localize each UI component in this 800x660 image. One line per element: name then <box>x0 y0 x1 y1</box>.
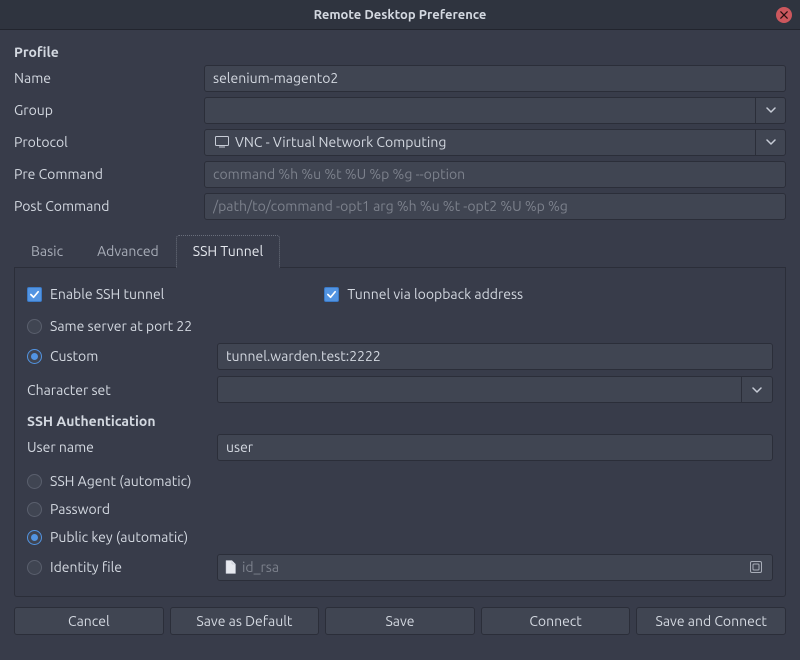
public-key-label: Public key (automatic) <box>50 529 188 545</box>
protocol-value: VNC - Virtual Network Computing <box>235 134 446 150</box>
identity-file-label: Identity file <box>50 559 122 575</box>
monitor-icon <box>215 136 229 148</box>
pre-command-label: Pre Command <box>14 166 204 182</box>
row-group: Group <box>14 96 786 124</box>
identity-file-input[interactable]: id_rsa <box>217 554 773 581</box>
row-password: Password <box>27 497 773 521</box>
check-icon <box>29 289 40 300</box>
username-label: User name <box>27 439 217 455</box>
password-radio[interactable] <box>27 502 42 517</box>
protocol-combobox[interactable]: VNC - Virtual Network Computing <box>204 129 786 156</box>
ssh-auth-heading: SSH Authentication <box>27 413 773 429</box>
row-protocol: Protocol VNC - Virtual Network Computing <box>14 128 786 156</box>
connect-button[interactable]: Connect <box>481 607 631 635</box>
tab-advanced[interactable]: Advanced <box>80 235 176 268</box>
post-command-input[interactable] <box>204 193 786 220</box>
enable-ssh-checkbox[interactable] <box>27 287 42 302</box>
same-server-radio[interactable] <box>27 319 42 334</box>
protocol-label: Protocol <box>14 134 204 150</box>
name-input[interactable] <box>204 65 786 92</box>
same-server-label: Same server at port 22 <box>50 318 192 334</box>
row-name: Name <box>14 64 786 92</box>
loopback-label: Tunnel via loopback address <box>347 286 523 302</box>
chevron-down-icon <box>766 137 776 147</box>
ssh-agent-radio[interactable] <box>27 474 42 489</box>
row-identity-file: Identity file id_rsa <box>27 553 773 581</box>
protocol-dropdown-button[interactable] <box>755 130 785 155</box>
row-public-key: Public key (automatic) <box>27 525 773 549</box>
row-custom: Custom <box>27 342 773 370</box>
window-close-button[interactable] <box>776 7 792 23</box>
titlebar: Remote Desktop Preference <box>0 0 800 30</box>
row-post-command: Post Command <box>14 192 786 220</box>
profile-heading: Profile <box>14 44 786 60</box>
tab-ssh-tunnel[interactable]: SSH Tunnel <box>176 235 280 268</box>
identity-file-placeholder: id_rsa <box>242 559 740 575</box>
row-loopback: Tunnel via loopback address <box>324 282 523 306</box>
charset-label: Character set <box>27 382 217 398</box>
name-label: Name <box>14 70 204 86</box>
group-dropdown-button[interactable] <box>755 98 785 123</box>
enable-ssh-label: Enable SSH tunnel <box>50 286 164 302</box>
custom-server-input[interactable] <box>217 343 773 370</box>
pre-command-input[interactable] <box>204 161 786 188</box>
button-bar: Cancel Save as Default Save Connect Save… <box>14 607 786 635</box>
row-enable-ssh: Enable SSH tunnel <box>27 282 164 306</box>
identity-file-clear-button[interactable] <box>746 557 766 577</box>
save-default-button[interactable]: Save as Default <box>170 607 320 635</box>
window-title: Remote Desktop Preference <box>314 8 487 22</box>
ssh-tunnel-panel: Enable SSH tunnel Tunnel via loopback ad… <box>14 268 786 597</box>
tabs-bar: Basic Advanced SSH Tunnel <box>14 234 786 268</box>
file-icon <box>224 560 236 574</box>
custom-label: Custom <box>50 348 98 364</box>
group-label: Group <box>14 102 204 118</box>
charset-input[interactable] <box>217 376 741 403</box>
chevron-down-icon <box>752 385 762 395</box>
password-label: Password <box>50 501 110 517</box>
loopback-checkbox[interactable] <box>324 287 339 302</box>
row-charset: Character set <box>27 376 773 403</box>
close-icon <box>780 11 788 19</box>
row-username: User name <box>27 433 773 461</box>
group-combobox[interactable] <box>204 97 786 124</box>
custom-radio[interactable] <box>27 349 42 364</box>
charset-dropdown-button[interactable] <box>741 376 773 403</box>
clear-icon <box>749 560 763 574</box>
row-same-server: Same server at port 22 <box>27 314 773 338</box>
save-button[interactable]: Save <box>325 607 475 635</box>
row-ssh-agent: SSH Agent (automatic) <box>27 469 773 493</box>
post-command-label: Post Command <box>14 198 204 214</box>
save-connect-button[interactable]: Save and Connect <box>636 607 786 635</box>
username-input[interactable] <box>217 434 773 461</box>
chevron-down-icon <box>766 105 776 115</box>
row-pre-command: Pre Command <box>14 160 786 188</box>
identity-file-radio[interactable] <box>27 560 42 575</box>
tab-basic[interactable]: Basic <box>14 235 80 268</box>
ssh-agent-label: SSH Agent (automatic) <box>50 473 192 489</box>
cancel-button[interactable]: Cancel <box>14 607 164 635</box>
check-icon <box>326 289 337 300</box>
dialog-body: Profile Name Group Protocol VNC - Virtua… <box>0 30 800 641</box>
public-key-radio[interactable] <box>27 530 42 545</box>
